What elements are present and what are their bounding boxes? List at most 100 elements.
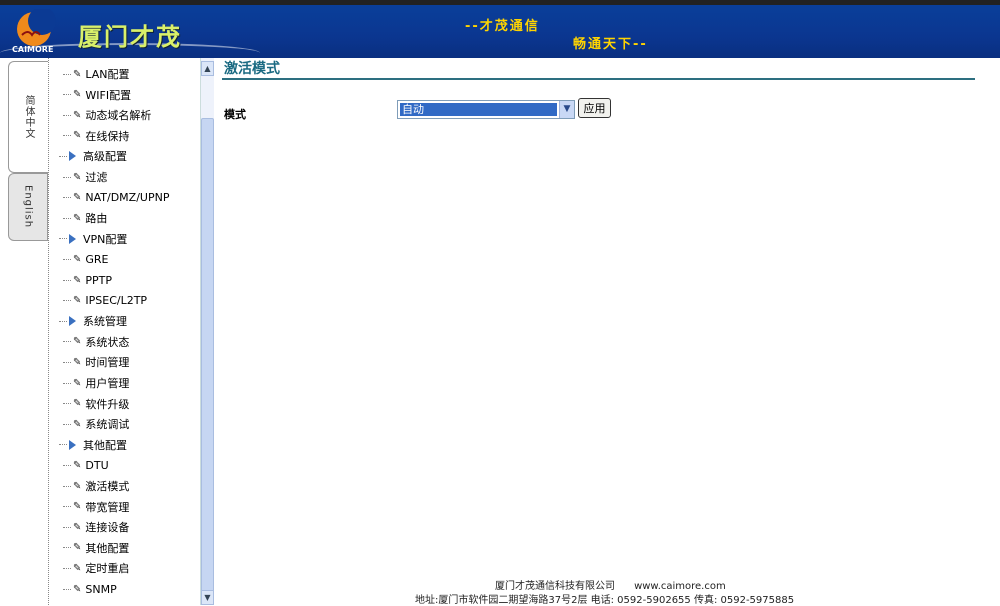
tree-connector xyxy=(63,279,71,281)
menu-item[interactable]: ✎ 系统状态 xyxy=(63,332,129,352)
tree-connector xyxy=(63,485,71,487)
menu-item-label: NAT/DMZ/UPNP xyxy=(85,191,170,205)
tree-connector xyxy=(63,197,71,199)
tree-connector xyxy=(63,176,71,178)
mode-label: 模式 xyxy=(224,108,246,121)
menu-group[interactable]: 其他配置 xyxy=(59,435,127,455)
tab-english[interactable]: English xyxy=(8,173,48,241)
menu-item[interactable]: ✎ NAT/DMZ/UPNP xyxy=(63,188,169,208)
menu-item-label: 其他配置 xyxy=(85,541,130,555)
menu-item[interactable]: ✎ 过滤 xyxy=(63,167,107,187)
expand-arrow-icon[interactable] xyxy=(69,439,76,450)
menu-item[interactable]: ✎ GRE xyxy=(63,249,109,269)
menu-group[interactable]: VPN配置 xyxy=(59,229,127,249)
page-icon: ✎ xyxy=(73,109,82,121)
logo-text: CAIMORE xyxy=(12,45,54,54)
menu-item[interactable]: ✎ 动态域名解析 xyxy=(63,105,151,125)
menu-item[interactable]: ✎ 其他配置 xyxy=(63,538,129,558)
menu-item-label: 系统调试 xyxy=(85,418,130,432)
tree-connector xyxy=(63,114,71,116)
page-icon: ✎ xyxy=(73,377,82,389)
menu-item[interactable]: ✎ 用户管理 xyxy=(63,373,129,393)
scroll-down-button[interactable]: ▼ xyxy=(201,590,214,605)
mode-select[interactable]: 自动 ▼ xyxy=(397,100,575,119)
page-title: 激活模式 xyxy=(224,61,280,77)
menu-item-label: 系统状态 xyxy=(85,335,130,349)
scroll-thumb[interactable] xyxy=(201,118,214,598)
menu-item-label: 过滤 xyxy=(85,171,108,184)
menu-item-label: 定时重启 xyxy=(85,562,130,576)
menu-item-label: LAN配置 xyxy=(85,68,130,81)
menu-item[interactable]: ✎ 在线保持 xyxy=(63,126,129,146)
menu-item[interactable]: ✎ 激活模式 xyxy=(63,476,129,496)
page-icon: ✎ xyxy=(73,418,82,430)
tree-connector xyxy=(63,73,71,75)
page-icon: ✎ xyxy=(73,356,82,368)
tree-connector xyxy=(59,320,67,322)
tab-simplified-chinese[interactable]: 简体中文 xyxy=(8,61,48,173)
menu-item[interactable]: ✎ 定时重启 xyxy=(63,558,129,578)
tree-connector xyxy=(63,94,71,96)
menu-item[interactable]: ✎ WIFI配置 xyxy=(63,85,131,105)
menu-item[interactable]: ✎ SNMP xyxy=(63,579,117,599)
expand-arrow-icon[interactable] xyxy=(69,233,76,244)
page-icon: ✎ xyxy=(73,295,82,307)
tree-connector xyxy=(59,444,67,446)
page-icon: ✎ xyxy=(73,501,82,513)
tab-label: 简体中文 xyxy=(23,95,34,139)
page-icon: ✎ xyxy=(73,89,82,101)
chevron-down-icon[interactable]: ▼ xyxy=(559,101,574,118)
page-icon: ✎ xyxy=(73,171,82,183)
menu-item-label: 用户管理 xyxy=(85,377,130,390)
page-icon: ✎ xyxy=(73,398,82,410)
page-icon: ✎ xyxy=(73,542,82,554)
page-icon: ✎ xyxy=(73,562,82,574)
tree-connector xyxy=(63,382,71,384)
menu-item-label: 软件升级 xyxy=(85,397,130,411)
apply-button[interactable]: 应用 xyxy=(578,98,611,118)
expand-arrow-icon[interactable] xyxy=(69,151,76,162)
menu-item[interactable]: ✎ 时间管理 xyxy=(63,352,129,372)
menu-item-label: WIFI配置 xyxy=(85,88,132,102)
page-icon: ✎ xyxy=(73,521,82,533)
menu-group[interactable]: 系统管理 xyxy=(59,311,127,331)
footer-company: 厦门才茂通信科技有限公司 www.caimore.com xyxy=(495,581,726,592)
tab-label: English xyxy=(22,185,34,229)
menu-item[interactable]: ✎ 带宽管理 xyxy=(63,497,129,517)
menu-item[interactable]: ✎ 软件升级 xyxy=(63,394,129,414)
menu-item-label: 激活模式 xyxy=(85,480,130,493)
tree-connector xyxy=(63,547,71,549)
menu-item[interactable]: ✎ LAN配置 xyxy=(63,64,130,84)
menu-item-label: 动态域名解析 xyxy=(85,109,152,123)
menu-item[interactable]: ✎ 路由 xyxy=(63,208,107,228)
brand-title: 厦门才茂 xyxy=(78,23,182,51)
menu-item-label: 其他配置 xyxy=(83,438,127,452)
scroll-up-button[interactable]: ▲ xyxy=(201,61,214,76)
page-icon: ✎ xyxy=(73,459,82,471)
page-icon: ✎ xyxy=(73,192,82,204)
tree-connector xyxy=(63,300,71,302)
menu-item[interactable]: ✎ 连接设备 xyxy=(63,517,129,537)
menu-item[interactable]: ✎ 系统调试 xyxy=(63,414,129,434)
tree-connector xyxy=(63,135,71,137)
page-icon: ✎ xyxy=(73,274,82,286)
header: CAIMORE 厦门才茂 --才茂通信 畅通天下-- xyxy=(0,5,1000,58)
page-icon: ✎ xyxy=(73,583,82,595)
menu-item-label: SNMP xyxy=(85,582,117,596)
menu-item[interactable]: ✎ PPTP xyxy=(63,270,112,290)
menu-group[interactable]: 高级配置 xyxy=(59,146,127,166)
title-divider xyxy=(222,78,975,80)
menu-item-label: 系统管理 xyxy=(83,315,127,329)
tree-connector xyxy=(59,238,67,240)
menu-item-label: 高级配置 xyxy=(83,150,127,164)
page-icon: ✎ xyxy=(73,253,82,265)
tree-connector xyxy=(63,506,71,508)
menu-item-label: PPTP xyxy=(85,273,113,287)
expand-arrow-icon[interactable] xyxy=(69,316,76,327)
menu-item[interactable]: ✎ IPSEC/L2TP xyxy=(63,291,147,311)
menu-item-label: 连接设备 xyxy=(85,521,130,535)
menu-scrollbar[interactable]: ▲ ▼ xyxy=(200,58,214,605)
menu-item[interactable]: ✎ DTU xyxy=(63,455,109,475)
tree-connector xyxy=(63,526,71,528)
language-tabs: 简体中文 English xyxy=(0,58,48,605)
